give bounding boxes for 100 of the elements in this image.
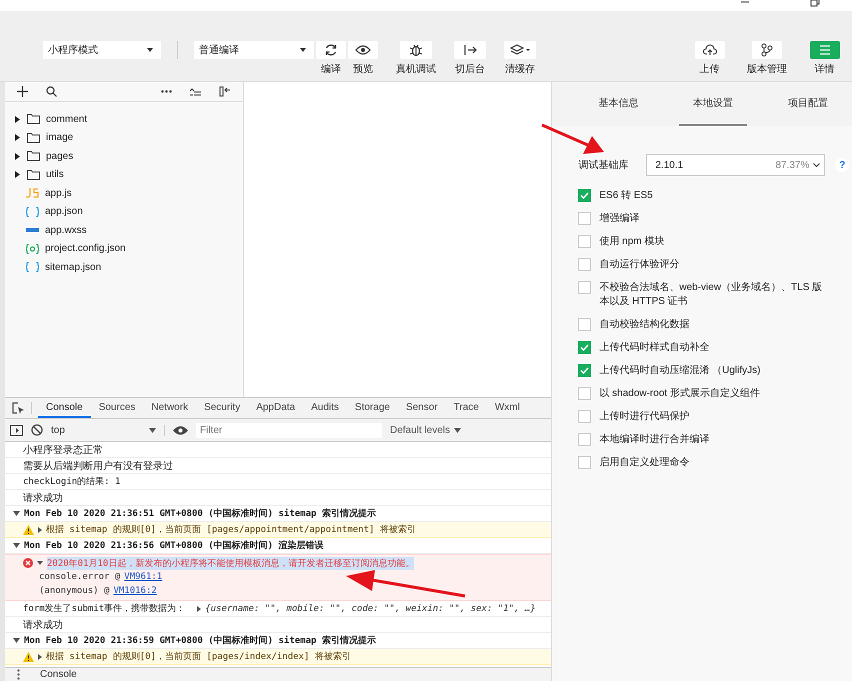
option-label: 不校验合法域名、web-view（业务域名）、TLS 版本以及 HTTPS 证书 xyxy=(599,281,824,309)
folder-icon xyxy=(27,151,40,162)
tool-label: 版本管理 xyxy=(747,62,787,76)
file-tree-item[interactable]: image xyxy=(5,128,243,147)
more-icon[interactable] xyxy=(161,90,172,93)
file-tree-item[interactable]: app.json xyxy=(5,202,243,221)
caret-icon xyxy=(300,48,306,52)
tool-label: 真机调试 xyxy=(396,62,436,76)
plus-icon[interactable] xyxy=(17,86,28,97)
checkbox[interactable] xyxy=(578,212,592,225)
branch-tool-button[interactable] xyxy=(752,41,782,59)
checkbox[interactable] xyxy=(578,235,592,248)
eye-icon[interactable] xyxy=(173,426,188,434)
expand-arrow-icon xyxy=(15,152,20,160)
devtools-tab[interactable]: Wxml xyxy=(486,398,528,418)
refresh-tool-button[interactable] xyxy=(316,41,346,59)
menu-icon xyxy=(818,45,830,55)
inspect-icon[interactable] xyxy=(12,402,25,414)
stack-frame-function: console.error @ xyxy=(39,572,120,582)
console-group-header[interactable]: Mon Feb 10 2020 21:36:59 GMT+0800 (中国标准时间) sitemap 索引情况提示 xyxy=(24,634,376,647)
source-link[interactable]: VM1016:2 xyxy=(113,586,157,596)
option-label: 启用自定义处理命令 xyxy=(599,456,690,470)
console-message: checkLogin的结果: 1 xyxy=(23,476,120,488)
more-vertical-icon[interactable] xyxy=(17,669,20,680)
layers-tool-button[interactable] xyxy=(504,41,536,59)
file-tree-item[interactable]: sitemap.json xyxy=(5,258,243,276)
settings-tab[interactable]: 基本信息 xyxy=(584,82,652,126)
error-icon xyxy=(23,558,33,568)
expand-arrow-icon[interactable] xyxy=(38,526,42,532)
checkbox[interactable] xyxy=(578,433,592,446)
devtools-tab[interactable]: Sensor xyxy=(398,398,446,418)
checkbox[interactable] xyxy=(578,281,592,294)
file-tree-item[interactable]: pages xyxy=(5,147,243,166)
source-link[interactable]: VM961:1 xyxy=(124,572,162,582)
checkbox[interactable] xyxy=(578,364,592,377)
collapse-panel-icon[interactable] xyxy=(219,86,231,97)
devtools-tab[interactable]: Security xyxy=(196,398,248,418)
settings-tab[interactable]: 本地设置 xyxy=(679,82,748,126)
annotation-arrow xyxy=(541,124,604,154)
switch-tool-button[interactable] xyxy=(454,41,486,59)
devtools-tab[interactable]: AppData xyxy=(248,398,304,418)
devtools-tab[interactable]: Sources xyxy=(90,398,144,418)
checkbox[interactable] xyxy=(578,410,592,423)
console-message: 请求成功 xyxy=(23,492,63,504)
file-tree-item[interactable]: utils xyxy=(5,166,243,184)
checkbox[interactable] xyxy=(578,341,592,354)
settings-tab[interactable]: 项目配置 xyxy=(774,82,842,126)
base-library-label: 调试基础库 xyxy=(578,158,630,172)
tool-label: 编译 xyxy=(321,62,341,76)
sidebar-toggle-icon[interactable] xyxy=(10,424,23,436)
option-label: 本地编译时进行合并编译 xyxy=(599,433,710,447)
option-label: 增强编译 xyxy=(599,212,640,226)
devtools-tab[interactable]: Network xyxy=(143,398,196,418)
clear-icon[interactable] xyxy=(31,424,43,436)
context-dropdown[interactable]: top xyxy=(51,424,165,436)
compile-dropdown[interactable]: 普通编译 xyxy=(194,41,314,59)
checkbox[interactable] xyxy=(578,456,592,469)
checkbox[interactable] xyxy=(578,258,592,271)
config-file-icon xyxy=(26,244,39,254)
help-button[interactable]: ? xyxy=(835,158,850,172)
object-preview[interactable]: {username: "", mobile: "", code: "", weixin: "", sex: "1", …} xyxy=(205,604,536,614)
console-group-header[interactable]: Mon Feb 10 2020 21:36:51 GMT+0800 (中国标准时间) sitemap 索引情况提示 xyxy=(24,507,376,520)
layers-icon xyxy=(510,44,530,56)
expand-arrow-icon[interactable] xyxy=(13,511,20,516)
mode-dropdown[interactable]: 小程序模式 xyxy=(43,41,161,59)
drawer-tab[interactable]: Console xyxy=(40,669,77,680)
base-library-dropdown[interactable]: 2.10.1 87.37% xyxy=(646,154,826,176)
filter-field[interactable]: Filter xyxy=(196,422,382,438)
expand-arrow-icon[interactable] xyxy=(13,543,20,548)
file-tree-item[interactable]: comment xyxy=(5,110,243,128)
file-tree-item[interactable]: project.config.json xyxy=(5,240,243,258)
branch-icon xyxy=(761,43,773,57)
stack-frame-function: (anonymous) @ xyxy=(39,586,110,596)
eye-tool-button[interactable] xyxy=(348,41,378,59)
console-message: 小程序登录态正常 xyxy=(23,444,103,456)
console-group-header[interactable]: Mon Feb 10 2020 21:36:56 GMT+0800 (中国标准时间) 渲染层错误 xyxy=(24,539,324,552)
option-label: 上传代码时样式自动补全 xyxy=(599,341,710,355)
cloud-upload-icon xyxy=(702,44,716,56)
expand-arrow-icon[interactable] xyxy=(38,654,42,660)
devtools-tab[interactable]: Storage xyxy=(346,398,398,418)
log-levels-dropdown[interactable]: Default levels xyxy=(390,424,462,436)
checkbox[interactable] xyxy=(578,318,592,331)
file-tree-item[interactable]: app.js xyxy=(5,184,243,202)
expand-arrow-icon[interactable] xyxy=(197,606,202,612)
expand-arrow-icon[interactable] xyxy=(37,561,43,565)
checkbox[interactable] xyxy=(578,189,592,202)
bug-tool-button[interactable] xyxy=(400,41,432,59)
devtools-tab[interactable]: Audits xyxy=(303,398,347,418)
checkbox[interactable] xyxy=(578,387,592,400)
menu-tool-button[interactable] xyxy=(810,41,840,59)
cloud-tool-button[interactable] xyxy=(694,41,724,59)
option-label: 自动运行体验评分 xyxy=(599,258,680,272)
folder-icon xyxy=(27,132,40,143)
sort-icon[interactable] xyxy=(190,88,201,96)
option-label: ES6 转 ES5 xyxy=(599,189,653,203)
search-icon[interactable] xyxy=(46,86,57,97)
file-tree-item[interactable]: app.wxss xyxy=(5,221,243,240)
expand-arrow-icon[interactable] xyxy=(13,638,20,643)
devtools-tab[interactable]: Trace xyxy=(446,398,487,418)
warning-message: 根据 sitemap 的规则[0]，当前页面 [pages/index/index] 将被索引 xyxy=(46,650,351,663)
